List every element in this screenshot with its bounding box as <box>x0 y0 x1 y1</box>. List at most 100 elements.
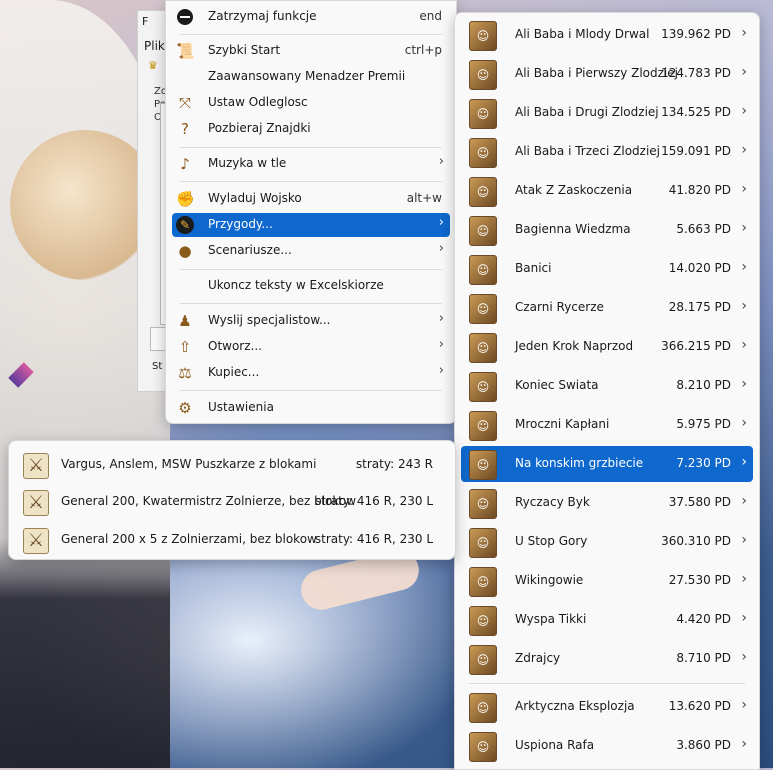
menu-item-open[interactable]: ⇧ Otworz... › <box>172 335 450 359</box>
menu-item-shortcut: ctrl+p <box>404 43 442 57</box>
chevron-right-icon: › <box>741 610 747 626</box>
adventure-xp: 8.710 PD <box>676 651 731 665</box>
adventure-portrait-icon: ☺ <box>469 99 497 129</box>
adventure-xp: 41.820 PD <box>668 183 731 197</box>
adventure-item[interactable]: ☺ Ryczacy Byk 37.580 PD › <box>461 485 753 521</box>
menu-item-unload-army[interactable]: ✊ Wyladuj Wojsko alt+w <box>172 187 450 211</box>
adventure-item[interactable]: ☺ U Stop Gory 360.310 PD › <box>461 524 753 560</box>
adventure-name: Ali Baba i Drugi Zlodziej <box>515 105 659 119</box>
adventure-name: Ali Baba i Trzeci Zlodziej <box>515 144 661 158</box>
adventure-item[interactable]: ☺ Uspiona Rafa 3.860 PD › <box>461 728 753 764</box>
adventure-portrait-icon: ☺ <box>469 567 497 597</box>
menu-item-send-specialists[interactable]: ♟ Wyslij specjalistow... › <box>172 309 450 333</box>
adventure-item[interactable]: ☺ Mroczni Kapłani 5.975 PD › <box>461 407 753 443</box>
chevron-right-icon: › <box>741 697 747 713</box>
chevron-right-icon: › <box>741 142 747 158</box>
menu-item-label: Kupiec... <box>208 365 260 379</box>
menu-item-label: Wyslij specjalistow... <box>208 313 331 327</box>
adventure-name: Wyspa Tikki <box>515 612 587 626</box>
adventure-item[interactable]: ☺ Koniec Swiata 8.210 PD › <box>461 368 753 404</box>
adventure-portrait-icon: ☺ <box>469 177 497 207</box>
strategy-name: General 200 x 5 z Zolnierzami, bez bloko… <box>61 532 317 546</box>
adventure-item[interactable]: ☺ Ali Baba i Pierwszy Zlodziej 124.783 P… <box>461 56 753 92</box>
adventure-xp: 139.962 PD <box>661 27 731 41</box>
adventure-name: U Stop Gory <box>515 534 588 548</box>
adventure-item[interactable]: ☺ Jeden Krok Naprzod 366.215 PD › <box>461 329 753 365</box>
strategy-item[interactable]: ⚔ General 200, Kwatermistrz Zolnierze, b… <box>9 482 455 520</box>
menu-item-label: Wyladuj Wojsko <box>208 191 302 205</box>
adventure-xp: 124.783 PD <box>661 66 731 80</box>
adventure-name: Wikingowie <box>515 573 584 587</box>
settings-gear-icon: ⚙ <box>178 399 192 417</box>
menu-item-stop-functions[interactable]: Zatrzymaj funkcje end <box>172 5 450 29</box>
chevron-right-icon: › <box>741 454 747 470</box>
strategy-name: General 200, Kwatermistrz Zolnierze, bez… <box>61 494 357 508</box>
adventure-xp: 8.210 PD <box>676 378 731 392</box>
menu-item-scenarios[interactable]: ● Scenariusze... › <box>172 239 450 263</box>
menu-divider <box>180 147 442 148</box>
chevron-right-icon: › <box>438 215 444 230</box>
adventures-submenu: ☺ Ali Baba i Mlody Drwal 139.962 PD › ☺ … <box>454 12 760 770</box>
strategy-name: Vargus, Anslem, MSW Puszkarze z blokami <box>61 457 317 471</box>
menu-divider <box>469 683 745 684</box>
adventure-name: Atak Z Zaskoczenia <box>515 183 633 197</box>
adventure-portrait-icon: ☺ <box>469 372 497 402</box>
adventure-name: Na konskim grzbiecie <box>515 456 644 470</box>
file-menu[interactable]: Plik <box>144 39 165 53</box>
adventure-name: Jeden Krok Naprzod <box>515 339 634 353</box>
strategy-item[interactable]: ⚔ Vargus, Anslem, MSW Puszkarze z blokam… <box>9 445 455 483</box>
menu-item-label: Ukoncz teksty w Excelskiorze <box>208 278 384 292</box>
chevron-right-icon: › <box>741 103 747 119</box>
chevron-right-icon: › <box>438 311 444 326</box>
adventure-item[interactable]: ☺ Czarni Rycerze 28.175 PD › <box>461 290 753 326</box>
menu-item-shortcut: alt+w <box>406 191 442 205</box>
menu-item-label: Zatrzymaj funkcje <box>208 9 317 23</box>
adventure-item[interactable]: ☺ Banici 14.020 PD › <box>461 251 753 287</box>
menu-item-background-music[interactable]: ♪ Muzyka w tle › <box>172 152 450 176</box>
adventure-item[interactable]: ☺ Arktyczna Eksplozja 13.620 PD › <box>461 689 753 725</box>
chevron-right-icon: › <box>741 64 747 80</box>
crossed-swords-scroll-icon: ⚔ <box>23 453 49 479</box>
chevron-right-icon: › <box>741 259 747 275</box>
adventure-item[interactable]: ☺ Wyspa Tikki 4.420 PD › <box>461 602 753 638</box>
adventure-xp: 4.420 PD <box>676 612 731 626</box>
adventure-portrait-icon: ☺ <box>469 255 497 285</box>
chevron-right-icon: › <box>741 493 747 509</box>
adventure-item[interactable]: ☺ Zdrajcy 8.710 PD › <box>461 641 753 677</box>
adventure-strategy-menu: ⚔ Vargus, Anslem, MSW Puszkarze z blokam… <box>8 440 456 560</box>
chevron-right-icon: › <box>741 415 747 431</box>
adventure-xp: 14.020 PD <box>668 261 731 275</box>
adventure-item[interactable]: ☺ Atak Z Zaskoczenia 41.820 PD › <box>461 173 753 209</box>
adventure-xp: 37.580 PD <box>668 495 731 509</box>
menu-item-complete-texts[interactable]: Ukoncz teksty w Excelskiorze <box>172 274 450 298</box>
crown-icon: ♛ <box>148 59 158 72</box>
adventure-name: Banici <box>515 261 552 275</box>
adventure-item[interactable]: ☺ Ali Baba i Trzeci Zlodziej 159.091 PD … <box>461 134 753 170</box>
specialists-icon: ♟ <box>178 312 192 330</box>
adventure-item[interactable]: ☺ Bagienna Wiedzma 5.663 PD › <box>461 212 753 248</box>
adventure-item[interactable]: ☺ Ali Baba i Drugi Zlodziej 134.525 PD › <box>461 95 753 131</box>
chevron-right-icon: › <box>438 337 444 352</box>
menu-item-premium-manager[interactable]: Zaawansowany Menadzer Premii <box>172 65 450 89</box>
scales-icon: ⚖ <box>178 364 192 382</box>
menu-item-settings[interactable]: ⚙ Ustawienia <box>172 396 450 420</box>
adventure-brush-icon: ✎ <box>176 216 194 234</box>
chevron-right-icon: › <box>438 154 444 169</box>
menu-item-set-distance[interactable]: ⤧ Ustaw Odleglosc <box>172 91 450 115</box>
menu-item-collect-finds[interactable]: ? Pozbieraj Znajdki <box>172 117 450 141</box>
menu-item-adventures[interactable]: ✎ Przygody... › <box>172 213 450 237</box>
adventure-item[interactable]: ☺ Ali Baba i Mlody Drwal 139.962 PD › <box>461 17 753 53</box>
adventure-item[interactable]: ☺ Wikingowie 27.530 PD › <box>461 563 753 599</box>
adventure-xp: 28.175 PD <box>668 300 731 314</box>
adventure-portrait-icon: ☺ <box>469 489 497 519</box>
adventure-xp: 134.525 PD <box>661 105 731 119</box>
menu-item-merchant[interactable]: ⚖ Kupiec... › <box>172 361 450 385</box>
adventure-portrait-icon: ☺ <box>469 60 497 90</box>
adventure-item-selected[interactable]: ☺ Na konskim grzbiecie 7.230 PD › <box>461 446 753 482</box>
adventure-name: Uspiona Rafa <box>515 738 595 752</box>
chevron-right-icon: › <box>741 181 747 197</box>
stop-icon <box>177 9 193 25</box>
strategy-item[interactable]: ⚔ General 200 x 5 z Zolnierzami, bez blo… <box>9 520 455 558</box>
menu-item-label: Muzyka w tle <box>208 156 287 170</box>
menu-item-quick-start[interactable]: 📜 Szybki Start ctrl+p <box>172 39 450 63</box>
